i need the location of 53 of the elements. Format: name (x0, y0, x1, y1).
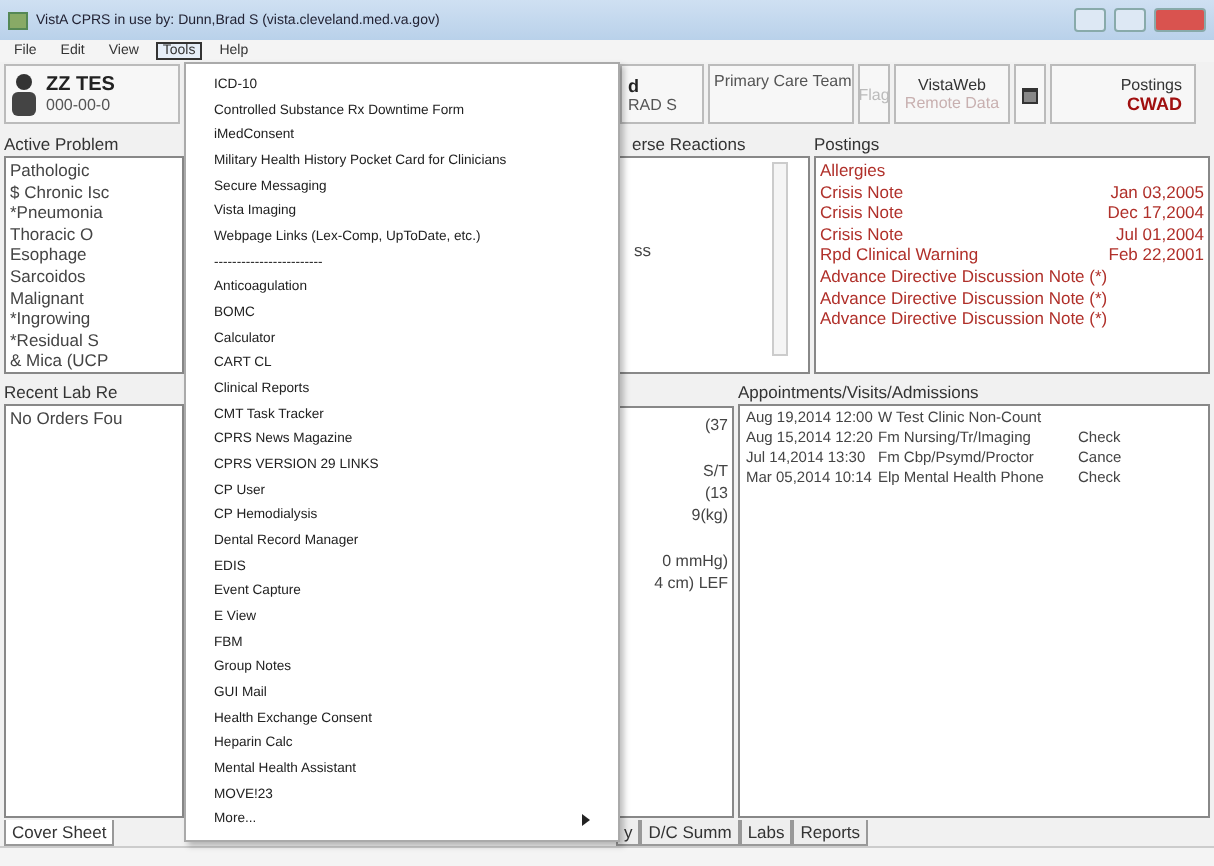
vital-text: (13 (704, 482, 728, 504)
vital-text: 9(kg) (691, 504, 728, 526)
vital-text: (37 (704, 414, 728, 436)
provider-button[interactable]: d RAD S (620, 64, 704, 124)
vital-text: S/T (703, 460, 728, 482)
patient-name: ZZ TES (46, 74, 115, 96)
tab[interactable]: Labs (739, 819, 793, 845)
list-item[interactable]: Thoracic O (10, 223, 178, 245)
primary-care-button[interactable]: Primary Care Team (708, 64, 854, 124)
section-label: Active Problem (4, 132, 121, 156)
section-label: Appointments/Visits/Admissions (738, 380, 981, 404)
list-item[interactable]: *Ingrowing (10, 308, 178, 330)
posting-item[interactable]: Advance Directive Discussion Note (*) (820, 308, 1204, 330)
posting-item[interactable]: Rpd Clinical Warning Feb 22,2001 (820, 244, 1204, 266)
posting-item[interactable]: Allergies (820, 160, 1204, 182)
list-item[interactable]: ss (634, 240, 804, 262)
posting-item[interactable]: Crisis Note Jan 03,2005 (820, 181, 1204, 203)
lab-list[interactable]: No Orders Fou (4, 404, 184, 818)
patient-ssn: 000-00-0 (46, 96, 113, 114)
vistaweb-button[interactable]: VistaWeb Remote Data (894, 64, 1010, 124)
scrollbar[interactable] (772, 162, 788, 356)
list-item[interactable]: *Pneumonia (10, 202, 178, 224)
section-label: Recent Lab Re (4, 380, 120, 404)
section-label: erse Reactions (632, 132, 746, 156)
remote-data-label: Remote Data (904, 94, 1000, 112)
list-item[interactable]: No Orders Fou (10, 408, 178, 430)
list-item[interactable]: Malignant (10, 287, 178, 309)
tab[interactable]: D/C Summ (640, 819, 740, 845)
list-item[interactable]: & Mica (UCP (10, 350, 178, 372)
postings-button[interactable]: Postings CWAD (1050, 64, 1196, 124)
list-item[interactable]: Pathologic (10, 160, 178, 182)
vital-text: 4 cm) LEF (654, 572, 728, 594)
posting-item[interactable]: Crisis Note Dec 17,2004 (820, 202, 1204, 224)
tab[interactable]: Cover Sheet (4, 819, 115, 845)
app-icon (8, 11, 28, 29)
list-item[interactable]: Sarcoidos (10, 265, 178, 288)
problem-list[interactable]: Pathologic $ Chronic Isc *Pneumonia Thoracic O Esophage Sarcoidos Malignant *Ingrowing *Residual S & Mica (UCP (4, 156, 184, 374)
postings-list[interactable] (814, 156, 1210, 374)
close-button[interactable] (1154, 8, 1206, 32)
posting-item[interactable]: Advance Directive Discussion Note (*) (820, 265, 1204, 288)
maximize-button[interactable] (1114, 8, 1146, 32)
section-label: Postings (814, 132, 882, 156)
minimize-button[interactable] (1074, 8, 1106, 32)
posting-item[interactable]: Advance Directive Discussion Note (*) (820, 287, 1204, 309)
person-icon (10, 72, 38, 116)
tab[interactable]: Reports (792, 819, 869, 845)
list-item[interactable]: *Residual S (10, 329, 178, 351)
list-item[interactable]: $ Chronic Isc (10, 181, 178, 203)
list-item[interactable]: Esophage (10, 244, 178, 266)
calendar-icon[interactable] (1022, 85, 1038, 103)
posting-item[interactable]: Crisis Note Jul 01,2004 (820, 223, 1204, 245)
vital-text: 0 mmHg) (662, 550, 728, 572)
patient-button[interactable]: ZZ TES 000-00-0 (4, 64, 180, 124)
